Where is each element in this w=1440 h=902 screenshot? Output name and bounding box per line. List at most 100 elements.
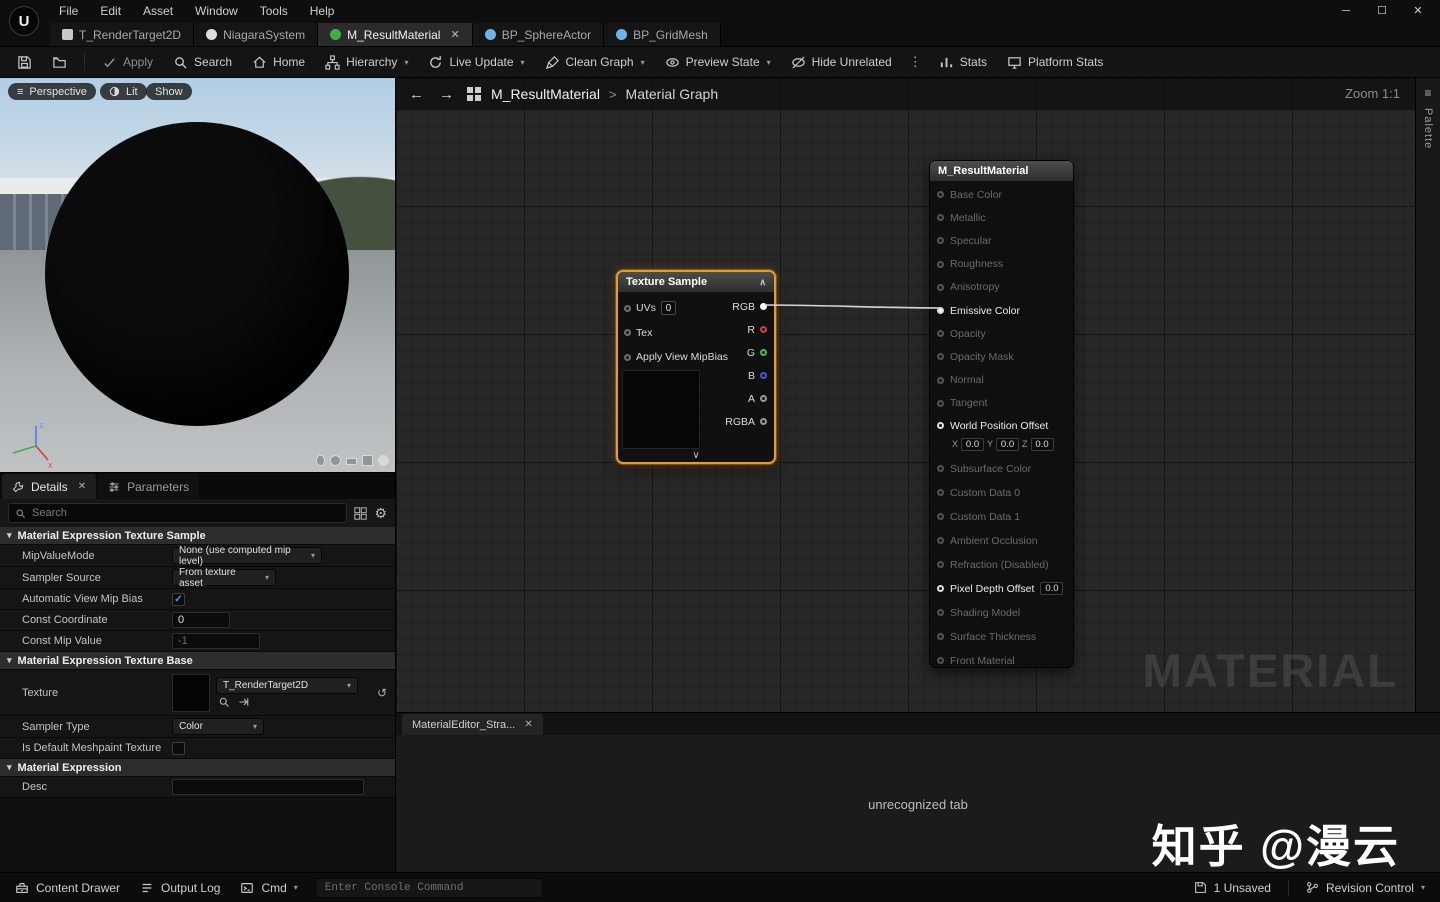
output-pin-icon[interactable]: [760, 349, 767, 356]
tab-material-editor-stats[interactable]: MaterialEditor_Stra... ✕: [402, 714, 543, 735]
pin-world-position-offset[interactable]: World Position Offset: [930, 415, 1073, 437]
const-mip-value-input[interactable]: -1: [172, 633, 260, 649]
search-input[interactable]: [32, 507, 340, 519]
tab-bp-gridmesh[interactable]: BP_GridMesh: [604, 23, 721, 46]
menu-help[interactable]: Help: [299, 0, 346, 22]
pin-rgb[interactable]: RGB: [706, 295, 774, 318]
show-menu-button[interactable]: Show: [146, 83, 192, 100]
pin-rgba[interactable]: RGBA: [706, 410, 774, 433]
desc-input[interactable]: [172, 779, 364, 795]
menu-asset[interactable]: Asset: [132, 0, 184, 22]
input-pin-icon[interactable]: [624, 329, 631, 336]
breadcrumb-asset-name[interactable]: M_ResultMaterial: [491, 86, 600, 102]
pin-shading-model[interactable]: Shading Model: [930, 601, 1073, 625]
search-button[interactable]: Search: [164, 49, 241, 75]
menu-tools[interactable]: Tools: [249, 0, 299, 22]
close-panel-icon[interactable]: ✕: [78, 481, 86, 492]
section-material-expression-texture-sample[interactable]: ▾ Material Expression Texture Sample: [0, 527, 395, 545]
material-preview-viewport[interactable]: ≡ Perspective Lit Show z x: [0, 78, 395, 472]
unsaved-assets-button[interactable]: 1 Unsaved: [1185, 876, 1280, 900]
browse-to-asset-button[interactable]: [43, 49, 76, 75]
lit-mode-button[interactable]: Lit: [100, 83, 147, 100]
input-pin-icon[interactable]: [624, 354, 631, 361]
more-options-kebab-icon[interactable]: ⋮: [903, 54, 928, 70]
collapse-up-icon[interactable]: ∧: [759, 277, 766, 288]
hierarchy-button[interactable]: Hierarchy ▾: [316, 49, 417, 75]
tab-bp-sphereactor[interactable]: BP_SphereActor: [473, 23, 604, 46]
pin-roughness[interactable]: Roughness: [930, 253, 1073, 276]
output-log-button[interactable]: Output Log: [131, 876, 229, 900]
wpo-y-input[interactable]: 0.0: [996, 438, 1019, 451]
output-pin-icon[interactable]: [760, 418, 767, 425]
reset-to-default-icon[interactable]: ↺: [377, 686, 387, 700]
pin-custom-data-0[interactable]: Custom Data 0: [930, 481, 1073, 505]
is-default-meshpaint-checkbox[interactable]: [172, 742, 185, 755]
console-command-input[interactable]: [325, 882, 533, 894]
menu-edit[interactable]: Edit: [89, 0, 132, 22]
pin-subsurface-color[interactable]: Subsurface Color: [930, 457, 1073, 481]
input-pin-icon[interactable]: [624, 305, 631, 312]
output-pin-icon[interactable]: [760, 303, 767, 310]
unreal-engine-logo-icon[interactable]: U: [9, 6, 39, 36]
minimize-button[interactable]: ─: [1328, 0, 1364, 22]
pin-normal[interactable]: Normal: [930, 369, 1073, 392]
uvs-value-box[interactable]: 0: [661, 301, 676, 315]
node-m-resultmaterial[interactable]: M_ResultMaterial Base Color Metallic Spe…: [929, 160, 1074, 668]
wpo-z-input[interactable]: 0.0: [1031, 438, 1054, 451]
pin-front-material[interactable]: Front Material: [930, 649, 1073, 673]
back-arrow-icon[interactable]: ←: [406, 86, 427, 103]
tab-details[interactable]: Details ✕: [2, 474, 96, 499]
pin-opacity-mask[interactable]: Opacity Mask: [930, 345, 1073, 368]
pin-g[interactable]: G: [706, 341, 774, 364]
menu-file[interactable]: File: [48, 0, 89, 22]
pin-surface-thickness[interactable]: Surface Thickness: [930, 625, 1073, 649]
const-coordinate-input[interactable]: 0: [172, 612, 230, 628]
texture-thumbnail[interactable]: [172, 674, 210, 712]
console-command-field[interactable]: [315, 878, 543, 898]
pin-tangent[interactable]: Tangent: [930, 392, 1073, 415]
display-filter-grid-icon[interactable]: [354, 507, 367, 520]
mip-value-mode-dropdown[interactable]: None (use computed mip level) ▾: [172, 547, 322, 564]
save-button[interactable]: [8, 49, 41, 75]
output-pin-icon[interactable]: [760, 395, 767, 402]
preview-shape-cube-button[interactable]: [362, 455, 373, 466]
node-texture-sample[interactable]: Texture Sample ∧ UVs 0 Tex Apply View Mi…: [616, 270, 776, 464]
hide-unrelated-button[interactable]: Hide Unrelated: [782, 49, 901, 75]
content-drawer-button[interactable]: Content Drawer: [6, 876, 129, 900]
preview-shape-cylinder-button[interactable]: [316, 455, 325, 466]
breadcrumb-current-page[interactable]: Material Graph: [626, 86, 719, 102]
pin-base-color[interactable]: Base Color: [930, 183, 1073, 206]
sampler-source-dropdown[interactable]: From texture asset ▾: [172, 569, 276, 586]
cmd-dropdown-button[interactable]: Cmd ▾: [231, 876, 306, 900]
collapse-down-icon[interactable]: ∨: [618, 450, 774, 461]
revision-control-button[interactable]: Revision Control ▾: [1297, 876, 1434, 900]
pin-r[interactable]: R: [706, 318, 774, 341]
sampler-type-dropdown[interactable]: Color ▾: [172, 718, 264, 735]
node-header[interactable]: Texture Sample ∧: [618, 272, 774, 292]
pin-opacity[interactable]: Opacity: [930, 322, 1073, 345]
clean-graph-button[interactable]: Clean Graph ▾: [536, 49, 654, 75]
pin-custom-data-1[interactable]: Custom Data 1: [930, 505, 1073, 529]
preview-shape-custom-mesh-button[interactable]: [378, 455, 389, 466]
forward-arrow-icon[interactable]: →: [436, 86, 457, 103]
material-graph-canvas[interactable]: Texture Sample ∧ UVs 0 Tex Apply View Mi…: [395, 78, 1440, 712]
wpo-x-input[interactable]: 0.0: [961, 438, 984, 451]
palette-sidebar-tab[interactable]: ≡ Palette: [1415, 78, 1440, 712]
preview-state-button[interactable]: Preview State ▾: [656, 49, 780, 75]
tab-t-rendertarget2d[interactable]: T_RenderTarget2D: [50, 23, 194, 46]
pixel-depth-offset-input[interactable]: 0.0: [1040, 582, 1063, 595]
pin-emissive-color[interactable]: Emissive Color: [930, 299, 1073, 322]
pin-pixel-depth-offset[interactable]: Pixel Depth Offset0.0: [930, 577, 1073, 601]
platform-stats-button[interactable]: Platform Stats: [998, 49, 1112, 75]
tab-m-resultmaterial[interactable]: M_ResultMaterial ✕: [318, 23, 473, 46]
pin-refraction[interactable]: Refraction (Disabled): [930, 553, 1073, 577]
close-tab-icon[interactable]: ✕: [450, 28, 459, 41]
apply-button[interactable]: Apply: [93, 49, 162, 75]
tab-parameters[interactable]: Parameters: [98, 474, 199, 499]
details-search-box[interactable]: [8, 503, 347, 523]
texture-asset-dropdown[interactable]: T_RenderTarget2D ▾: [216, 677, 358, 694]
tab-niagarasystem[interactable]: NiagaraSystem: [194, 23, 318, 46]
viewport-menu-button[interactable]: ≡ Perspective: [8, 83, 96, 100]
pin-anisotropy[interactable]: Anisotropy: [930, 276, 1073, 299]
use-selected-asset-icon[interactable]: [238, 696, 250, 708]
